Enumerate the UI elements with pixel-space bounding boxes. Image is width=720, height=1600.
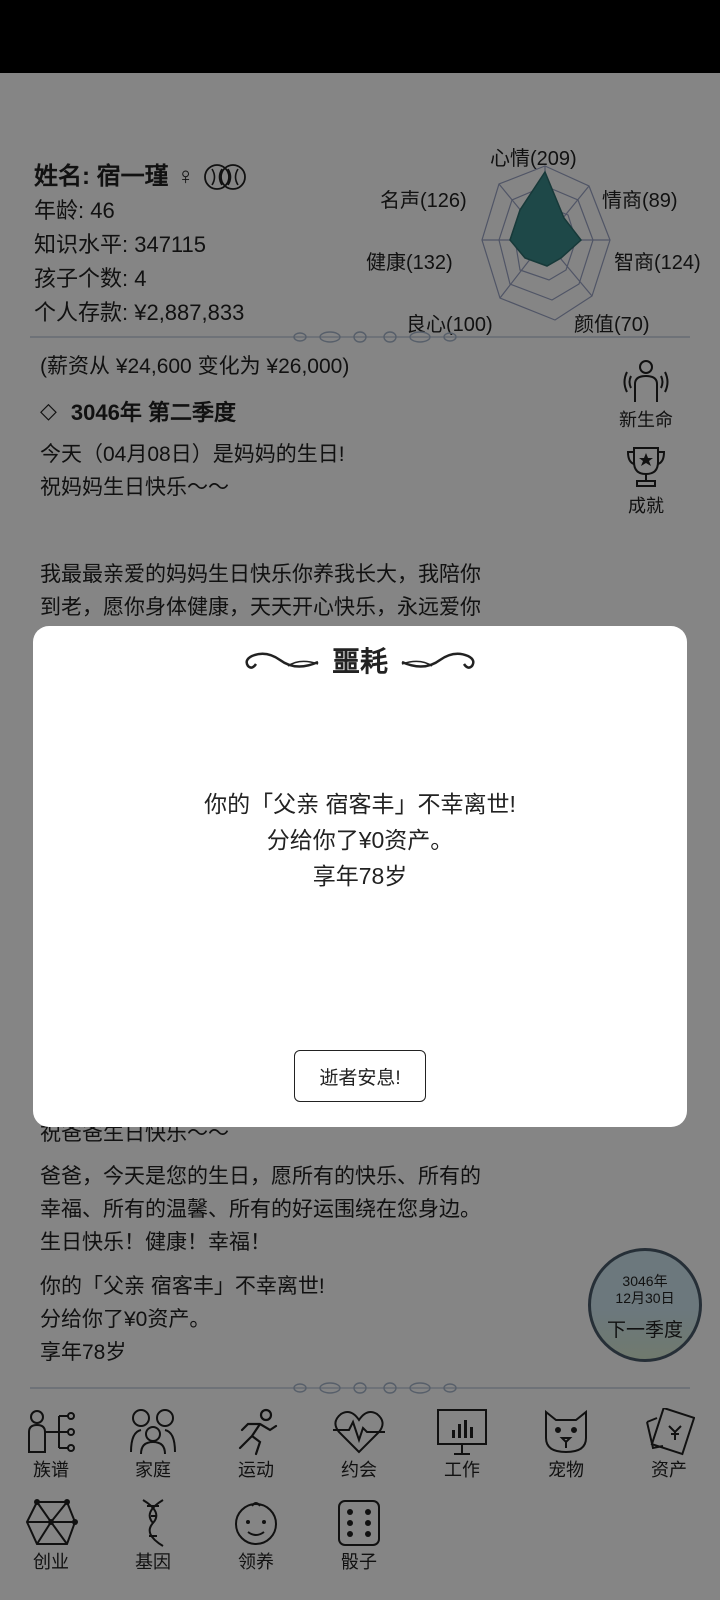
rest-in-peace-button[interactable]: 逝者安息!: [294, 1050, 426, 1102]
flourish-left-icon: [245, 652, 319, 669]
dialog-line-1: 你的「父亲 宿客丰」不幸离世!: [204, 791, 516, 817]
dialog-line-2: 分给你了¥0资产。: [266, 827, 454, 853]
flourish-right-icon: [401, 652, 475, 669]
dialog-line-3: 享年78岁: [312, 863, 408, 889]
bad-news-dialog: 噩耗 你的「父亲 宿客丰」不幸离世! 分给你了¥0资产。 享年78岁 逝者安息!: [33, 626, 687, 1127]
status-bar: [0, 0, 720, 73]
dialog-title: 噩耗: [33, 640, 687, 680]
dialog-message: 你的「父亲 宿客丰」不幸离世! 分给你了¥0资产。 享年78岁: [33, 786, 687, 894]
